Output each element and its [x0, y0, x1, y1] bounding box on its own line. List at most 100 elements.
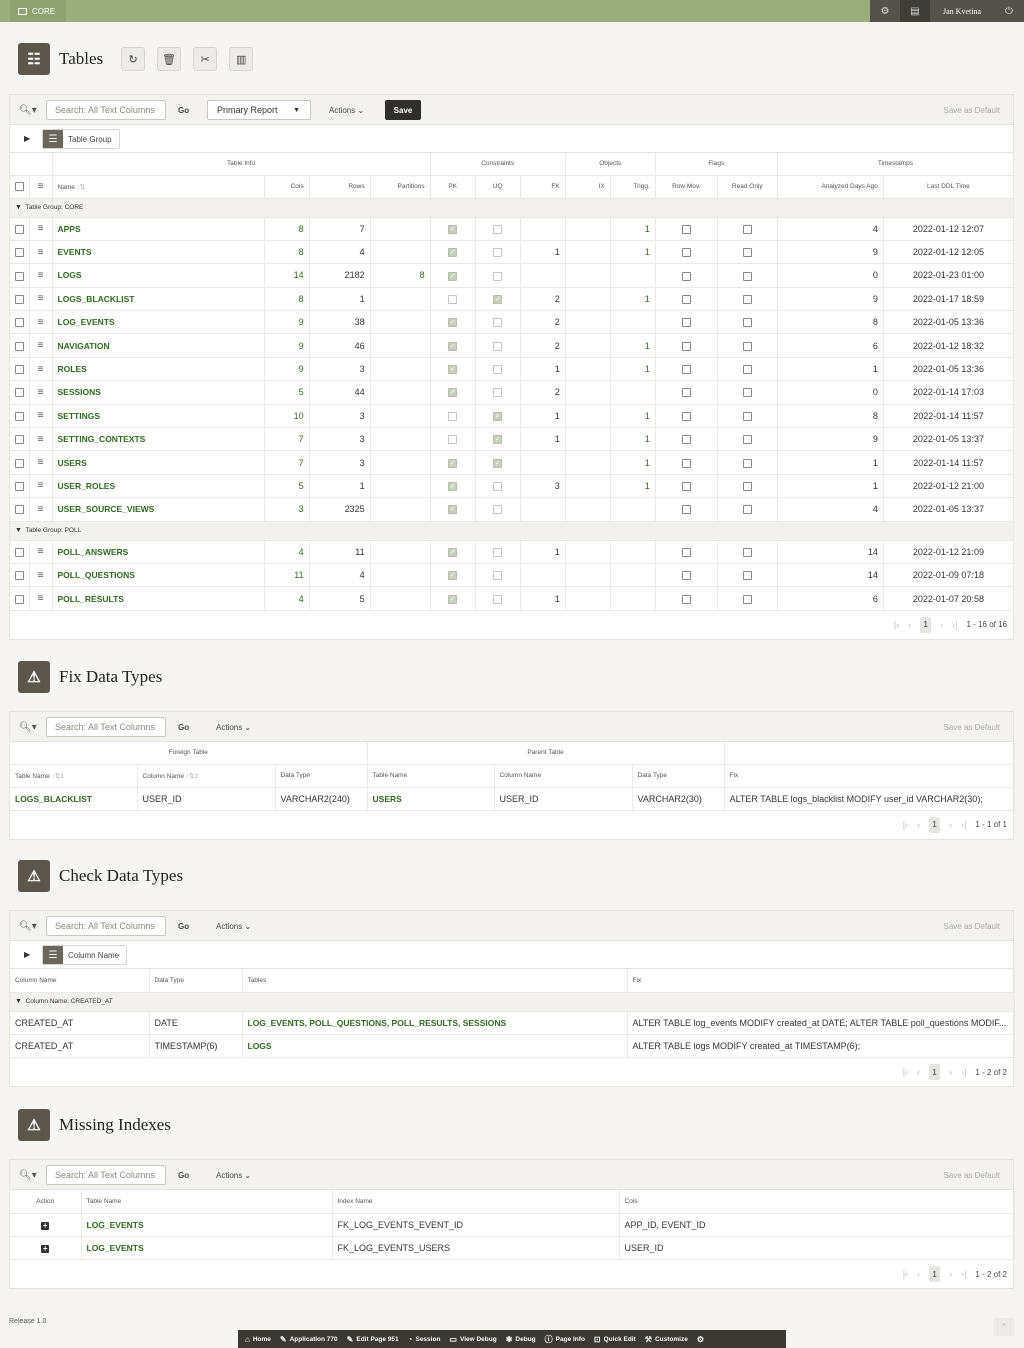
- row-checkbox[interactable]: [10, 333, 30, 358]
- read-only-checkbox[interactable]: [717, 357, 778, 382]
- trigger-link[interactable]: 1: [610, 427, 656, 452]
- table-name-link[interactable]: USERS: [52, 450, 265, 475]
- dev-customize[interactable]: ⚒ Customize: [645, 1335, 688, 1344]
- go-button[interactable]: Go: [178, 916, 189, 936]
- row-movement-checkbox[interactable]: [655, 427, 718, 452]
- add-index-icon[interactable]: +: [10, 1213, 82, 1237]
- col-header[interactable]: IX: [565, 175, 611, 199]
- read-only-checkbox[interactable]: [717, 540, 778, 564]
- cols-link[interactable]: 8: [264, 240, 310, 265]
- trigger-link[interactable]: [610, 586, 656, 611]
- dev-settings[interactable]: ⚙: [697, 1335, 704, 1344]
- prev-page-icon[interactable]: ‹: [917, 820, 920, 830]
- partitions-link[interactable]: [370, 474, 431, 499]
- read-only-checkbox[interactable]: [717, 474, 778, 499]
- col-header[interactable]: Table Name: [81, 1190, 333, 1214]
- col-header[interactable]: Read Only: [717, 175, 778, 199]
- col-header[interactable]: Analyzed Days Ago: [777, 175, 884, 199]
- col-header[interactable]: Data Type: [275, 764, 368, 788]
- save-default-button[interactable]: Save as Default: [944, 717, 1000, 737]
- last-page-icon[interactable]: ›|: [952, 620, 957, 630]
- row-menu-icon[interactable]: ≡: [29, 427, 53, 452]
- partitions-link[interactable]: [370, 310, 431, 335]
- next-page-icon[interactable]: ›: [949, 1269, 952, 1279]
- row-checkbox[interactable]: [10, 310, 30, 335]
- go-button[interactable]: Go: [178, 1165, 189, 1185]
- foreign-table-link[interactable]: LOGS_BLACKLIST: [10, 787, 138, 811]
- row-movement-checkbox[interactable]: [655, 263, 718, 288]
- row-checkbox[interactable]: [10, 497, 30, 522]
- partitions-link[interactable]: [370, 287, 431, 312]
- cols-link[interactable]: 11: [264, 563, 310, 588]
- search-input[interactable]: Search: All Text Columns: [46, 717, 166, 737]
- table-name-link[interactable]: APPS: [52, 217, 265, 241]
- row-movement-checkbox[interactable]: [655, 240, 718, 265]
- first-page-icon[interactable]: |‹: [894, 620, 899, 630]
- go-button[interactable]: Go: [178, 717, 189, 737]
- trash-icon[interactable]: 🗑: [157, 47, 182, 71]
- dev-page-info[interactable]: ⓘ Page Info: [545, 1334, 585, 1345]
- expand-arrow-icon[interactable]: ▶: [24, 950, 30, 959]
- partitions-link[interactable]: [370, 450, 431, 475]
- cols-link[interactable]: 8: [264, 287, 310, 312]
- row-movement-checkbox[interactable]: [655, 357, 718, 382]
- row-checkbox[interactable]: [10, 586, 30, 611]
- cols-link[interactable]: 9: [264, 333, 310, 358]
- col-header[interactable]: Table Name ↑⇅1: [10, 764, 138, 788]
- row-checkbox[interactable]: [10, 240, 30, 265]
- read-only-checkbox[interactable]: [717, 287, 778, 312]
- read-only-checkbox[interactable]: [717, 563, 778, 588]
- last-page-icon[interactable]: ›|: [961, 820, 966, 830]
- search-icon[interactable]: 🔍︎▾: [19, 916, 41, 936]
- read-only-checkbox[interactable]: [717, 380, 778, 405]
- actions-menu[interactable]: Actions ⌄: [329, 100, 364, 120]
- partitions-link[interactable]: [370, 240, 431, 265]
- prev-page-icon[interactable]: ‹: [917, 1269, 920, 1279]
- trigger-link[interactable]: 1: [610, 217, 656, 241]
- row-movement-checkbox[interactable]: [655, 310, 718, 335]
- row-movement-checkbox[interactable]: [655, 380, 718, 405]
- dev-session[interactable]: ◔ Session: [408, 1335, 441, 1344]
- first-page-icon[interactable]: |‹: [903, 1269, 908, 1279]
- actions-menu[interactable]: Actions ⌄: [216, 1165, 251, 1185]
- row-checkbox[interactable]: [10, 563, 30, 588]
- dev-view-debug[interactable]: ▭ View Debug: [449, 1335, 496, 1344]
- row-movement-checkbox[interactable]: [655, 217, 718, 241]
- partitions-link[interactable]: [370, 404, 431, 429]
- prev-page-icon[interactable]: ‹: [908, 620, 911, 630]
- search-icon[interactable]: 🔍︎▾: [19, 717, 41, 737]
- read-only-checkbox[interactable]: [717, 263, 778, 288]
- row-menu-icon[interactable]: ≡: [29, 404, 53, 429]
- row-checkbox[interactable]: [10, 450, 30, 475]
- col-header[interactable]: Index Name: [332, 1190, 620, 1214]
- row-movement-checkbox[interactable]: [655, 287, 718, 312]
- scroll-top-icon[interactable]: ⌃: [993, 1318, 1015, 1336]
- col-header[interactable]: UQ: [475, 175, 521, 199]
- dev-application[interactable]: ✎ Application 770: [280, 1335, 338, 1344]
- read-only-checkbox[interactable]: [717, 310, 778, 335]
- trigger-link[interactable]: 1: [610, 404, 656, 429]
- search-icon[interactable]: 🔍︎▾: [19, 1165, 41, 1185]
- col-header[interactable]: Cols: [619, 1190, 1015, 1214]
- row-menu-icon[interactable]: ≡: [29, 217, 53, 241]
- save-default-button[interactable]: Save as Default: [944, 100, 1000, 120]
- row-movement-checkbox[interactable]: [655, 586, 718, 611]
- col-header[interactable]: Column Name: [10, 969, 150, 993]
- save-default-button[interactable]: Save as Default: [944, 916, 1000, 936]
- table-name-link[interactable]: POLL_RESULTS: [52, 586, 265, 611]
- tables-links[interactable]: LOGS: [242, 1034, 628, 1059]
- search-input[interactable]: Search: All Text Columns: [46, 916, 166, 936]
- prev-page-icon[interactable]: ‹: [917, 1067, 920, 1077]
- row-checkbox[interactable]: [10, 474, 30, 499]
- current-page[interactable]: 1: [929, 1064, 941, 1081]
- partitions-link[interactable]: [370, 540, 431, 564]
- next-page-icon[interactable]: ›: [949, 820, 952, 830]
- col-header[interactable]: Cols: [264, 175, 310, 199]
- control-break-chip[interactable]: ☰ Column Name: [42, 945, 128, 965]
- row-menu-icon[interactable]: ≡: [29, 497, 53, 522]
- first-page-icon[interactable]: |‹: [903, 820, 908, 830]
- table-name-link[interactable]: SETTINGS: [52, 404, 265, 429]
- trigger-link[interactable]: [610, 310, 656, 335]
- table-name-link[interactable]: NAVIGATION: [52, 333, 265, 358]
- table-name-link[interactable]: USER_ROLES: [52, 474, 265, 499]
